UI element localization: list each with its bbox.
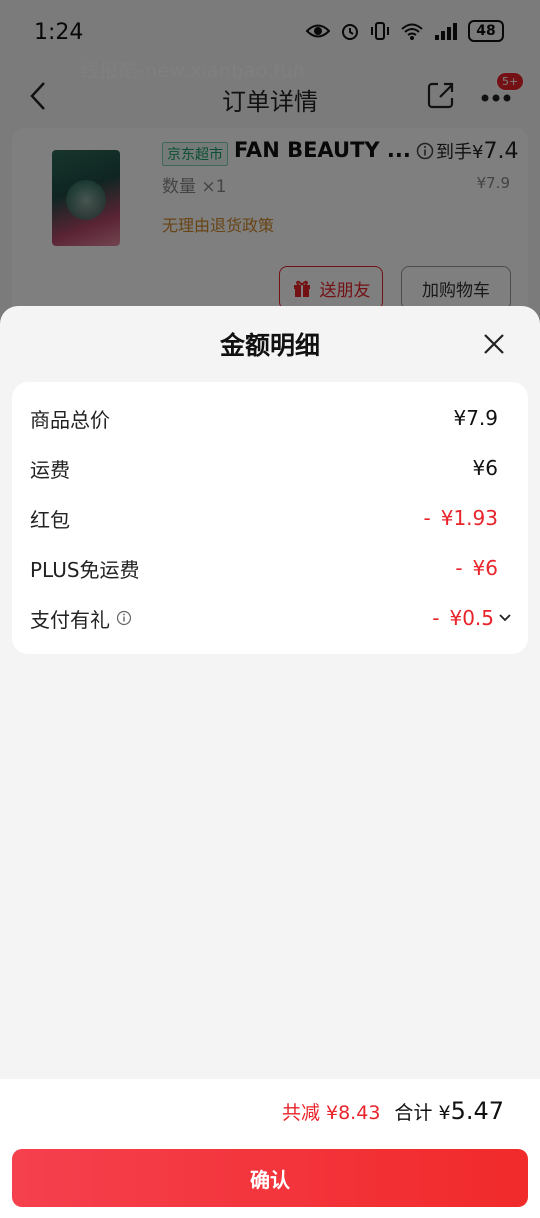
row-value: - ¥1.93 — [423, 506, 498, 530]
amount-detail-card: 商品总价 ¥7.9 运费 ¥6 红包 - ¥1.93 PLUS免运费 - ¥6 支付… — [12, 382, 528, 654]
row-value: ¥6 — [472, 456, 498, 480]
row-value: - ¥0.5 — [432, 606, 512, 630]
row-label: 支付有礼 — [30, 604, 132, 633]
footer-bar: 共减 ¥8.43 合计 ¥5.47 确认 — [0, 1079, 540, 1218]
close-icon[interactable] — [482, 332, 506, 356]
row-value: ¥7.9 — [453, 406, 498, 430]
total-label: 合计 ¥5.47 — [394, 1097, 504, 1125]
row-label: PLUS免运费 — [30, 557, 140, 582]
total-amount: 5.47 — [450, 1097, 504, 1125]
discount-total: 共减 ¥8.43 — [281, 1102, 381, 1124]
row-goods-total: 商品总价 ¥7.9 — [30, 403, 498, 433]
row-shipping: 运费 ¥6 — [30, 453, 498, 483]
info-icon[interactable] — [116, 610, 132, 626]
confirm-button[interactable]: 确认 — [12, 1149, 528, 1207]
row-red-packet: 红包 - ¥1.93 — [30, 503, 498, 533]
row-plus-free-shipping: PLUS免运费 - ¥6 — [30, 553, 498, 583]
row-value: - ¥6 — [455, 556, 498, 580]
chevron-down-icon[interactable] — [498, 613, 512, 623]
row-label: 红包 — [30, 507, 70, 532]
totals: 共减 ¥8.43 合计 ¥5.47 — [282, 1097, 504, 1125]
row-label: 运费 — [30, 457, 70, 482]
row-label: 商品总价 — [30, 407, 110, 432]
sheet-title: 金额明细 — [219, 331, 320, 360]
row-payment-gift[interactable]: 支付有礼 - ¥0.5 — [30, 603, 512, 633]
